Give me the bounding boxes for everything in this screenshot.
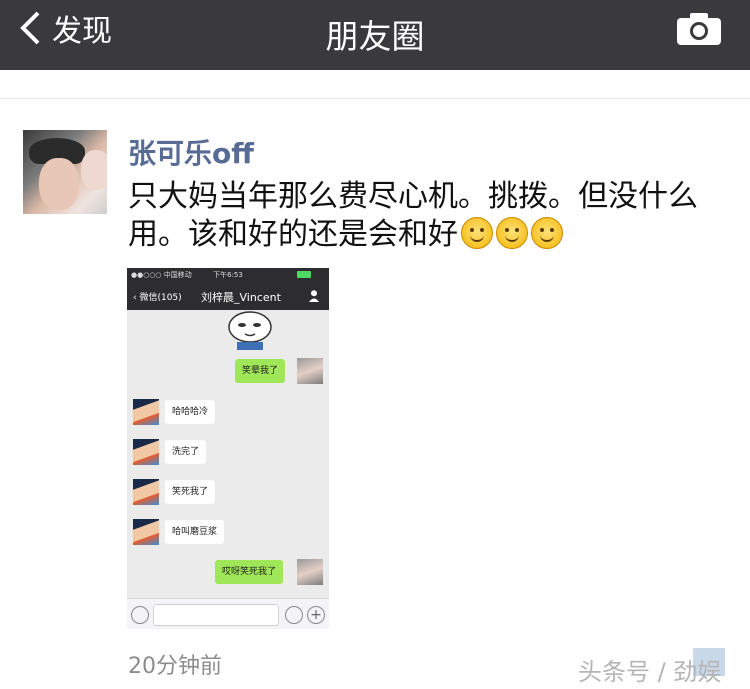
post-image[interactable]: ●●○○○ 中国移动 下午6:53 ‹ 微信(105) 刘梓晨_Vincent … (127, 268, 329, 629)
sticker-face-icon (228, 311, 272, 350)
chat-avatar-friend (133, 479, 159, 505)
chat-avatar-self (297, 358, 323, 384)
chat-input-field (153, 604, 279, 626)
chat-input-bar: + (127, 598, 329, 629)
watermark: 头条号 / 劲娱 (578, 658, 722, 686)
battery-icon (297, 271, 311, 278)
chat-message: 洗完了 (165, 440, 207, 464)
post-username[interactable]: 张可乐off (128, 132, 254, 172)
navigation-bar: 发现 朋友圈 (0, 0, 750, 70)
chat-back-label: ‹ 微信(105) (133, 293, 182, 303)
post-text-content: 只大妈当年那么费尽心机。挑拨。但没什么用。该和好的还是会和好 (128, 179, 698, 252)
chat-avatar-friend (133, 399, 159, 425)
page-title: 朋友圈 (325, 17, 425, 56)
chat-title: 刘梓晨_Vincent (201, 291, 281, 304)
smile-emoji-icon (531, 217, 563, 249)
chat-avatar-friend (133, 439, 159, 465)
chat-avatar-friend (133, 519, 159, 545)
camera-icon[interactable] (676, 12, 722, 46)
chat-message: 哎呀笑死我了 (215, 560, 284, 584)
chat-message: 哈叫磨豆浆 (165, 520, 225, 544)
person-icon (309, 290, 319, 302)
status-bar: ●●○○○ 中国移动 下午6:53 (127, 268, 329, 282)
avatar[interactable] (23, 130, 107, 214)
post-text: 只大妈当年那么费尽心机。挑拨。但没什么用。该和好的还是会和好 (128, 178, 728, 254)
voice-icon (131, 606, 149, 624)
plus-icon: + (307, 606, 325, 624)
chat-message: 哈哈哈冷 (165, 400, 216, 424)
smile-emoji-icon (461, 217, 493, 249)
chat-avatar-self (297, 559, 323, 585)
post-timestamp: 20分钟前 (128, 654, 222, 679)
emoji-icon (285, 606, 303, 624)
chat-message: 笑死我了 (165, 480, 216, 504)
smile-emoji-icon (496, 217, 528, 249)
chat-title-bar: ‹ 微信(105) 刘梓晨_Vincent (127, 282, 329, 310)
divider (0, 98, 750, 99)
chat-message: 笑晕我了 (235, 359, 286, 383)
